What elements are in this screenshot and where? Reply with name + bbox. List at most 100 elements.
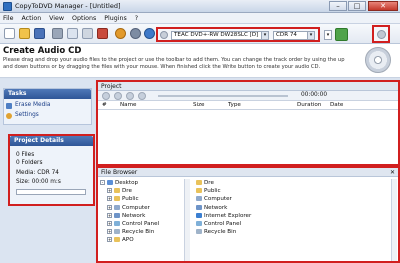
col-duration[interactable]: Duration	[297, 102, 321, 108]
maximize-button[interactable]: □	[348, 1, 366, 11]
save-icon[interactable]	[34, 28, 45, 39]
cd-icon	[365, 47, 391, 73]
tree-item[interactable]: + APO	[100, 236, 184, 244]
expand-icon[interactable]: +	[107, 188, 112, 194]
tree-item[interactable]: + Computer	[100, 204, 184, 212]
chevron-down-icon: ▾	[307, 32, 314, 39]
folder-icon	[114, 196, 120, 202]
tree-item[interactable]: + Network	[100, 212, 184, 220]
chevron-down-icon: ▾	[261, 32, 268, 39]
next-icon[interactable]	[138, 92, 146, 100]
expand-icon[interactable]: +	[107, 237, 112, 243]
minimize-button[interactable]: –	[329, 1, 347, 11]
list-item[interactable]: Recycle Bin	[196, 228, 396, 236]
list-item-label: Internet Explorer	[204, 212, 252, 219]
menu-bar: File Action View Options Plugins ?	[0, 13, 400, 24]
menu-file[interactable]: File	[0, 13, 17, 24]
menu-help[interactable]: ?	[132, 13, 141, 24]
close-button[interactable]: ✕	[368, 1, 398, 11]
col-type[interactable]: Type	[228, 102, 241, 108]
list-scrollbar[interactable]	[391, 179, 397, 261]
page-description: Please drag and drop your audio files to…	[3, 57, 345, 70]
list-item[interactable]: Public	[196, 187, 396, 195]
refresh-icon[interactable]	[335, 28, 348, 41]
folder-tree: - Desktop + Dre + Public + Computer + Network…	[100, 179, 184, 245]
pause-icon[interactable]	[114, 92, 122, 100]
tree-item[interactable]: - Desktop	[100, 179, 184, 187]
tree-item[interactable]: + Dre	[100, 187, 184, 195]
control-panel-icon	[196, 220, 202, 226]
project-panel: Project 00:00:00 # Name Size Type Durati…	[96, 80, 400, 166]
list-item[interactable]: Computer	[196, 195, 396, 203]
file-browser-panel: File Browser ✕ - Desktop + Dre + Public + Co…	[96, 166, 400, 263]
cut-icon[interactable]	[52, 28, 63, 39]
new-icon[interactable]	[4, 28, 15, 39]
folder-icon	[196, 180, 202, 185]
play-icon[interactable]	[102, 92, 110, 100]
time-display: 00:00:00	[301, 92, 328, 98]
open-icon[interactable]	[19, 28, 30, 39]
expand-icon[interactable]: +	[107, 220, 112, 226]
burn-icon[interactable]	[115, 28, 126, 39]
list-item[interactable]: Internet Explorer	[196, 212, 396, 220]
media-select-value: CDR 74	[276, 32, 297, 38]
expand-icon[interactable]: +	[107, 196, 112, 202]
copy-icon[interactable]	[67, 28, 78, 39]
files-count: 0 Files	[16, 152, 35, 158]
drive-icon	[160, 31, 168, 39]
folder-icon	[114, 237, 120, 243]
col-size[interactable]: Size	[193, 102, 204, 108]
list-item[interactable]: Network	[196, 204, 396, 212]
tree-item-label: Dre	[122, 188, 132, 195]
task-erase-media[interactable]: Erase Media	[15, 102, 50, 108]
tree-item-label: Network	[122, 212, 146, 219]
write-button[interactable]	[372, 25, 390, 43]
drive-select[interactable]: TEAC DVD+-RW DW28SLC [D] ▾	[171, 31, 269, 40]
list-item[interactable]: Dre	[196, 179, 396, 187]
dropdown-arrow-button[interactable]: ▾	[324, 30, 332, 40]
list-item-label: Control Panel	[204, 220, 242, 227]
tree-item-label: Control Panel	[122, 220, 160, 227]
menu-plugins[interactable]: Plugins	[101, 13, 130, 24]
file-browser-title: File Browser	[101, 169, 138, 176]
delete-icon[interactable]	[97, 28, 108, 39]
col-date[interactable]: Date	[330, 102, 343, 108]
col-name[interactable]: Name	[120, 102, 137, 108]
tree-scrollbar[interactable]	[184, 179, 190, 261]
tree-item-label: APO	[122, 237, 134, 244]
tree-item-label: Computer	[122, 204, 150, 211]
menu-action[interactable]: Action	[18, 13, 44, 24]
drive-select-value: TEAC DVD+-RW DW28SLC [D]	[174, 32, 259, 38]
network-icon	[114, 212, 120, 218]
player-controls: 00:00:00	[98, 91, 398, 101]
expand-icon[interactable]: +	[107, 212, 112, 218]
tree-item-label: Public	[122, 196, 139, 203]
menu-options[interactable]: Options	[69, 13, 99, 24]
media-select[interactable]: CDR 74 ▾	[273, 31, 315, 40]
menu-view[interactable]: View	[46, 13, 67, 24]
help-icon[interactable]	[144, 28, 155, 39]
expand-icon[interactable]: +	[107, 204, 112, 210]
desktop-icon	[107, 180, 113, 185]
list-item-label: Computer	[204, 196, 232, 203]
task-settings[interactable]: Settings	[15, 112, 39, 118]
recycle-bin-icon	[114, 229, 120, 235]
close-icon[interactable]: ✕	[390, 168, 395, 177]
seek-slider[interactable]	[158, 95, 288, 97]
expand-icon[interactable]: +	[107, 229, 112, 235]
tree-item[interactable]: + Recycle Bin	[100, 228, 184, 236]
tree-item[interactable]: + Public	[100, 195, 184, 203]
list-item[interactable]: Control Panel	[196, 220, 396, 228]
settings-icon[interactable]	[130, 28, 141, 39]
tree-item[interactable]: + Control Panel	[100, 220, 184, 228]
project-title: Project	[98, 82, 398, 91]
expand-icon[interactable]: -	[100, 180, 105, 185]
folders-count: 0 Folders	[16, 160, 43, 166]
tree-item-label: Desktop	[115, 180, 139, 186]
app-icon	[3, 2, 12, 11]
col-number[interactable]: #	[102, 102, 107, 108]
stop-icon[interactable]	[126, 92, 134, 100]
media-label: Media: CDR 74	[16, 170, 59, 176]
paste-icon[interactable]	[82, 28, 93, 39]
project-details-title: Project Details	[10, 136, 93, 146]
